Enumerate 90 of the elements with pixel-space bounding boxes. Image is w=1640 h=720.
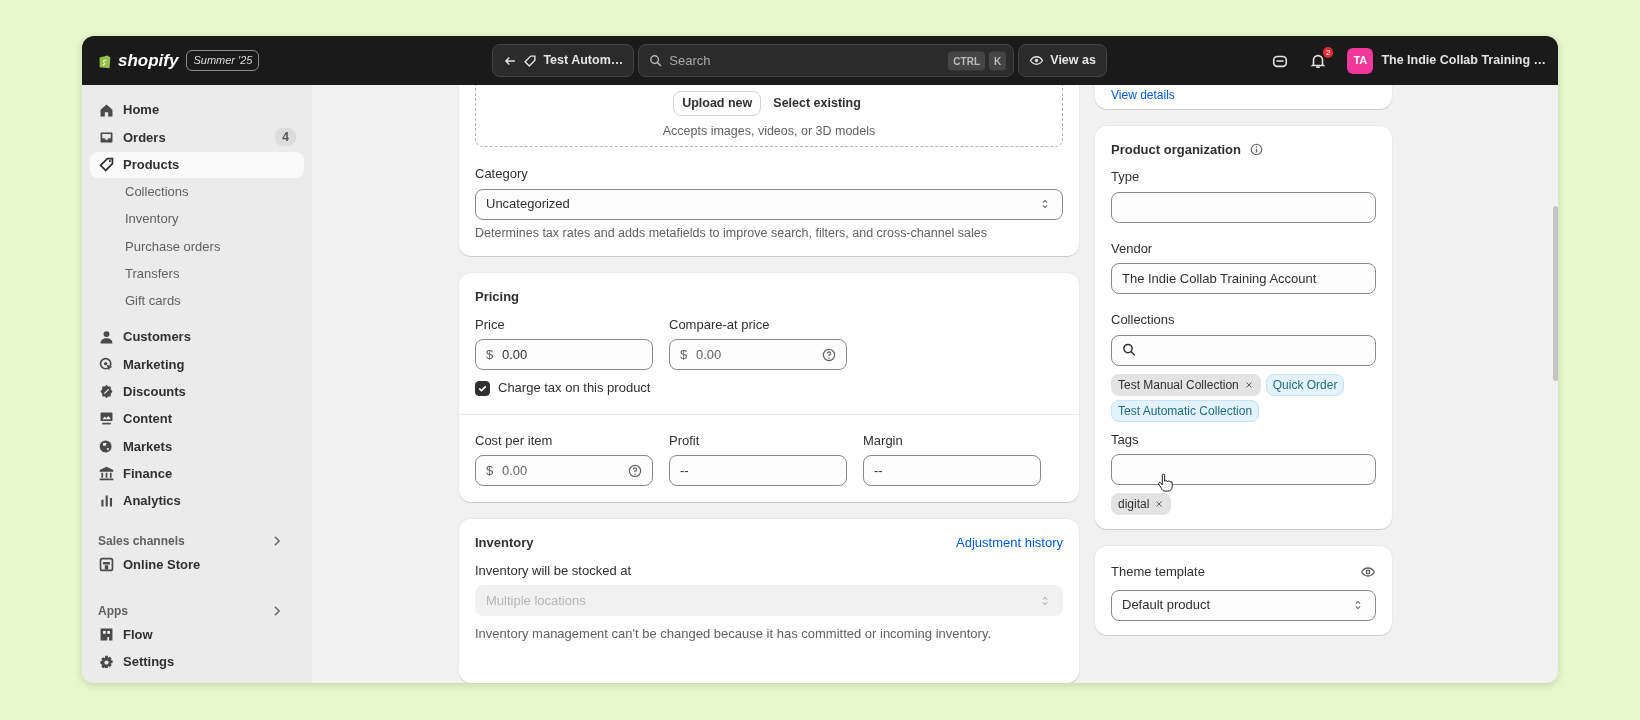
field-label: Vendor xyxy=(1111,239,1154,258)
eye-icon xyxy=(1029,53,1045,68)
help-text: Inventory management can't be changed because it has committed or incoming inventory. xyxy=(475,625,993,644)
shortcut-key: CTRL xyxy=(948,51,986,70)
text-field[interactable] xyxy=(1111,454,1376,485)
currency-symbol: $ xyxy=(486,346,494,364)
sidebar-item[interactable]: Flow xyxy=(90,621,304,648)
sidebar-item[interactable]: Collections xyxy=(90,178,304,205)
settings-icon xyxy=(98,653,115,671)
help-icon xyxy=(821,346,837,363)
section-heading: Sales channels xyxy=(98,532,185,550)
card-title: Inventory xyxy=(475,534,534,553)
scrollbar-thumb[interactable] xyxy=(1553,206,1558,381)
field-label: Price xyxy=(475,315,506,334)
sidebar-item[interactable]: Markets xyxy=(90,433,304,460)
person-icon xyxy=(98,328,115,346)
storefront-icon xyxy=(98,556,115,574)
logo-wordmark: shopify xyxy=(118,49,179,72)
field-label: Margin xyxy=(863,431,904,450)
currency-symbol: $ xyxy=(680,346,688,364)
select-existing-button[interactable]: Select existing xyxy=(769,90,865,116)
notification-count: 2 xyxy=(1322,46,1334,58)
view-details-link[interactable]: View details xyxy=(1111,88,1175,102)
category-select[interactable]: Uncategorized xyxy=(475,188,1063,220)
breadcrumb-button[interactable]: Test Autom… xyxy=(492,44,635,77)
checkbox[interactable] xyxy=(475,380,490,396)
view-as-button[interactable]: View as xyxy=(1018,44,1107,77)
upload-hint: Accepts images, videos, or 3D models xyxy=(662,122,876,140)
sidebar-item[interactable]: Settings xyxy=(90,649,304,676)
help-icon xyxy=(627,462,643,479)
sidebar-item[interactable]: Transfers xyxy=(90,260,304,287)
sidebar-item[interactable]: Gift cards xyxy=(90,288,304,315)
tag-icon xyxy=(98,156,115,174)
field-label: Collections xyxy=(1111,311,1176,329)
edition-label: Summer '25 xyxy=(186,50,260,71)
adjustment-history-link[interactable]: Adjustment history xyxy=(956,533,1063,553)
tag-icon xyxy=(523,53,538,68)
store-avatar: TA xyxy=(1347,47,1374,74)
section-heading: Apps xyxy=(98,602,128,620)
percent-badge-icon xyxy=(98,383,115,401)
sidebar-item[interactable]: Online Store xyxy=(90,551,304,578)
search-icon xyxy=(649,53,664,68)
card-title: Pricing xyxy=(475,288,521,307)
sidebar-item[interactable]: Content xyxy=(90,405,304,432)
remove-button[interactable] xyxy=(1243,379,1254,390)
price-field[interactable]: -- xyxy=(669,455,847,487)
sidebar-item[interactable]: Marketing xyxy=(90,351,304,378)
store-name[interactable]: The Indie Collab Training … xyxy=(1381,51,1546,70)
card-title: Product organization xyxy=(1111,140,1241,159)
search-icon xyxy=(1122,342,1137,358)
sidebar-item[interactable]: Analytics xyxy=(90,487,304,514)
close-icon xyxy=(1154,499,1165,509)
field-label: Theme template xyxy=(1111,563,1205,581)
field-label: Profit xyxy=(669,431,701,450)
field-label: Category xyxy=(475,165,529,183)
shortcut-key: K xyxy=(989,51,1007,70)
target-icon xyxy=(98,355,115,373)
bank-icon xyxy=(98,465,115,483)
sidebar-item[interactable]: Discounts xyxy=(90,378,304,405)
sidebar-item[interactable]: Products xyxy=(90,151,304,178)
sidebar-item[interactable]: Purchase orders xyxy=(90,233,304,260)
collection-search-field[interactable] xyxy=(1111,334,1376,366)
text-field[interactable] xyxy=(1111,191,1376,223)
sidebar-item[interactable]: Home xyxy=(90,97,304,123)
sidebar-item[interactable]: Finance xyxy=(90,460,304,487)
count-badge: 4 xyxy=(275,128,296,147)
field-label: Cost per item xyxy=(475,431,554,450)
close-icon xyxy=(1243,379,1254,390)
sidebar-item[interactable]: Customers xyxy=(90,324,304,351)
remove-button[interactable] xyxy=(1154,499,1165,509)
upload-button[interactable]: Upload new xyxy=(673,90,762,116)
currency-symbol: $ xyxy=(486,462,494,480)
field-label: Inventory will be stocked at xyxy=(475,561,633,580)
info-icon xyxy=(1249,141,1264,157)
hand-cursor-icon xyxy=(1156,472,1174,494)
help-text: Determines tax rates and adds metafields to improve search, filters, and cross-channel sales xyxy=(475,224,989,242)
tag-chip: Quick Order xyxy=(1265,373,1345,396)
tag-chip: Test Automatic Collection xyxy=(1111,399,1260,422)
field-label: Type xyxy=(1111,168,1141,186)
field-label: Tags xyxy=(1111,430,1140,449)
tag-chip: Test Manual Collection xyxy=(1111,373,1261,396)
sidebar-item[interactable]: Inventory xyxy=(90,206,304,233)
template-select[interactable]: Default product xyxy=(1111,589,1376,621)
text-field[interactable]: The Indie Collab Training Account xyxy=(1111,263,1376,294)
sidebar-item[interactable]: Orders 4 xyxy=(90,124,304,151)
field-label: Compare-at price xyxy=(669,315,771,334)
location-select: Multiple locations xyxy=(475,585,1063,617)
tag-chip: digital xyxy=(1111,493,1172,515)
price-field[interactable]: -- xyxy=(863,455,1041,487)
checkbox-label: Charge tax on this product xyxy=(498,379,651,398)
